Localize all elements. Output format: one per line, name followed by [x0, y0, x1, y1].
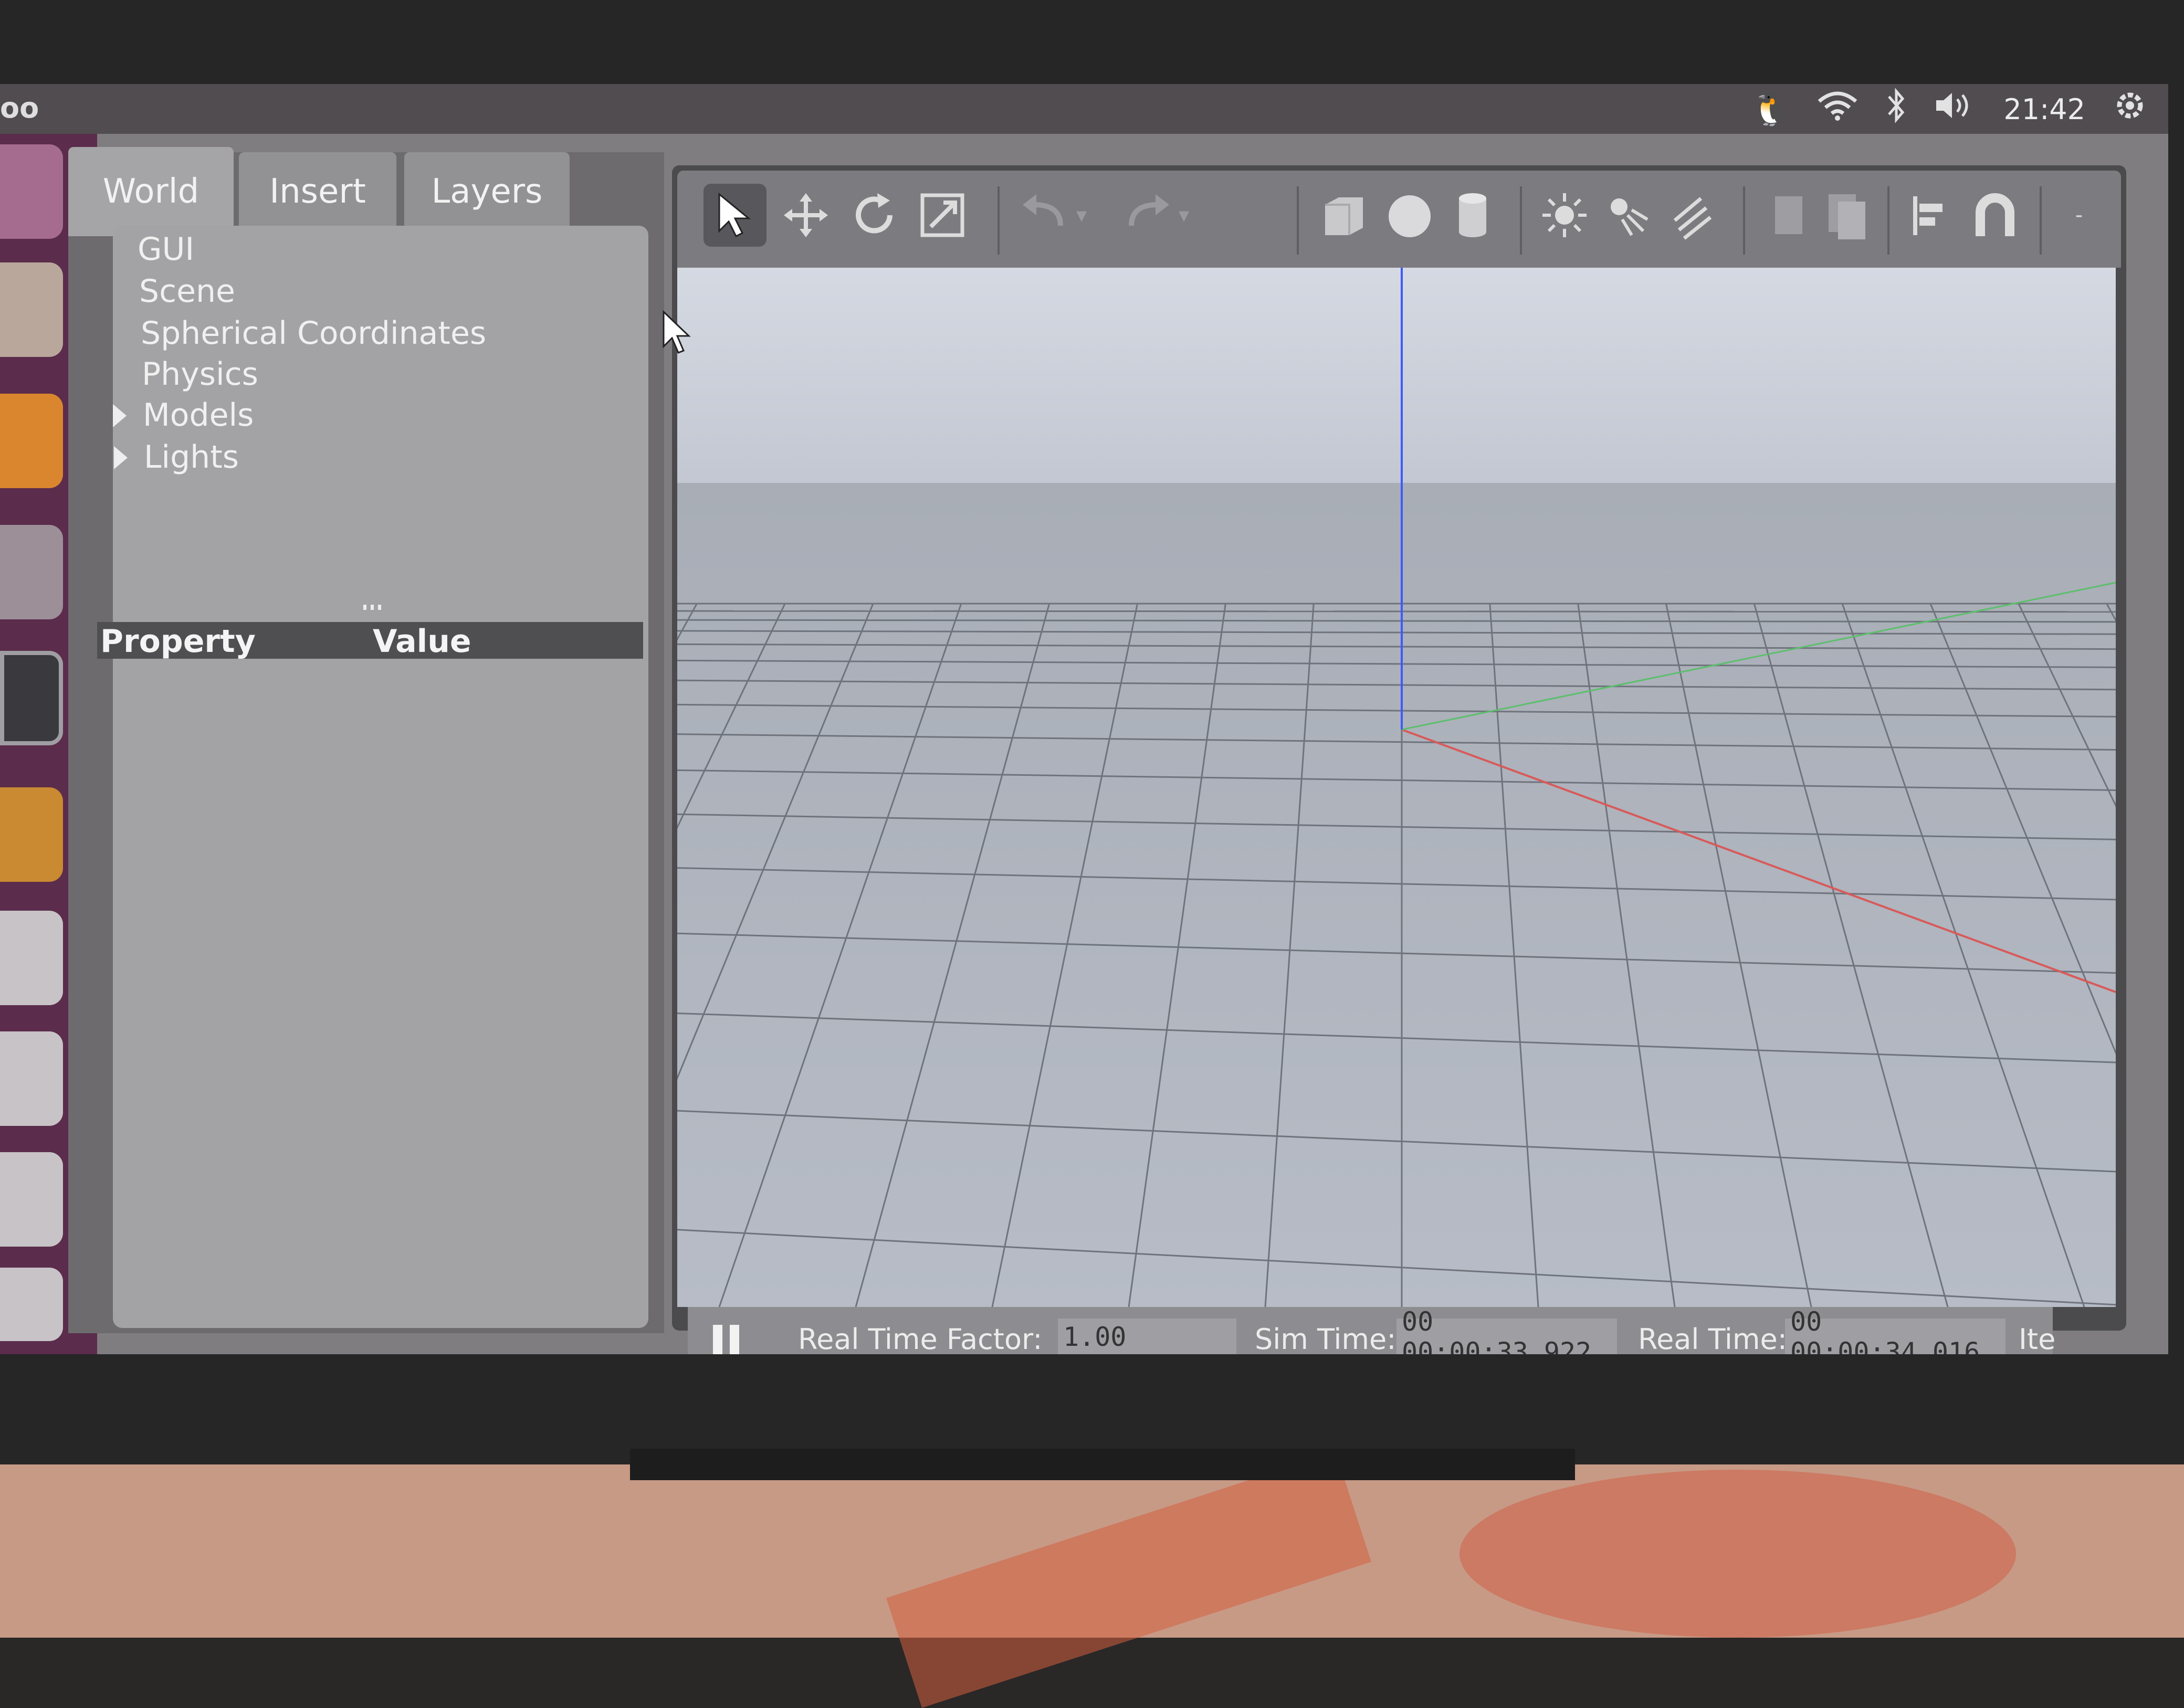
rotate-icon[interactable] — [843, 184, 906, 247]
real-time-label: Real Time: — [1638, 1323, 1787, 1354]
tab-layers[interactable]: Layers — [404, 152, 570, 231]
box-icon[interactable] — [1312, 184, 1376, 247]
toolbar-separator — [1887, 186, 1889, 255]
paste-icon[interactable] — [1814, 184, 1877, 247]
sim-time-label: Sim Time: — [1255, 1323, 1396, 1354]
screen: oo 🐧 21:42 World Insert Layers GUI Scene… — [0, 84, 2168, 1354]
point-light-icon[interactable] — [1533, 184, 1596, 247]
magnet-icon[interactable] — [1964, 184, 2026, 247]
mouse-cursor-icon — [663, 310, 691, 354]
select-icon[interactable] — [704, 184, 766, 247]
power-gear-icon[interactable] — [2113, 88, 2147, 131]
scale-icon[interactable] — [911, 184, 974, 247]
volume-icon[interactable] — [1934, 90, 1976, 129]
sphere-icon[interactable] — [1378, 184, 1441, 247]
bluetooth-icon[interactable] — [1886, 87, 1907, 132]
iterations-label: Ite — [2019, 1323, 2056, 1354]
expand-arrow-icon[interactable] — [114, 446, 128, 469]
tree-item-spherical-coordinates[interactable]: Spherical Coordinates — [141, 315, 486, 352]
scene-viewport[interactable] — [677, 268, 2116, 1307]
align-icon[interactable] — [1900, 184, 1964, 247]
gazebo-icon[interactable] — [0, 787, 63, 882]
translate-icon[interactable] — [774, 184, 837, 247]
status-bar: Real Time Factor: 1.00 Sim Time: 00 00:0… — [688, 1306, 2056, 1354]
firefox-icon[interactable] — [0, 394, 63, 488]
toolbar-separator — [1520, 186, 1522, 255]
real-time-value: 00 00:00:34.016 — [1785, 1306, 2006, 1354]
grid-line — [677, 610, 2116, 613]
expand-arrow-icon[interactable] — [113, 404, 127, 427]
files-icon[interactable] — [0, 262, 63, 357]
spot-light-icon[interactable] — [1596, 184, 1659, 247]
toolbar-separator — [998, 186, 1000, 255]
tab-insert[interactable]: Insert — [239, 152, 396, 231]
splitter-handle-icon[interactable] — [362, 604, 383, 611]
property-table-header: Property Value — [97, 622, 643, 660]
workspace-icon[interactable] — [0, 1268, 63, 1341]
drive-icon[interactable] — [0, 1152, 63, 1247]
real-time-factor-label: Real Time Factor: — [798, 1323, 1043, 1354]
cylinder-icon[interactable] — [1441, 184, 1504, 247]
settings-icon[interactable] — [0, 525, 63, 619]
copy-icon[interactable] — [1756, 184, 1819, 247]
tree-item-physics[interactable]: Physics — [142, 356, 258, 393]
app-title: oo — [0, 91, 39, 124]
tree-item-models[interactable]: Models — [143, 397, 254, 434]
dash-icon[interactable] — [0, 144, 63, 239]
tree-item-gui[interactable]: GUI — [138, 231, 194, 268]
directional-light-icon[interactable] — [1659, 184, 1722, 247]
undo-dropdown-icon[interactable]: ▾ — [1066, 184, 1097, 247]
desk-print — [1460, 1470, 2016, 1638]
toolbar-separator — [2040, 186, 2042, 255]
toolbar: ▾ ▾ - — [677, 171, 2121, 268]
sky — [677, 268, 2116, 488]
toolbar-separator — [1297, 186, 1299, 255]
property-column-header[interactable]: Property — [100, 623, 256, 660]
drive-icon[interactable] — [0, 911, 63, 1005]
tree-item-lights[interactable]: Lights — [144, 439, 239, 476]
value-column-header[interactable]: Value — [373, 623, 471, 660]
pause-icon[interactable] — [709, 1322, 746, 1354]
drive-icon[interactable] — [0, 1031, 63, 1126]
sim-time-value: 00 00:00:33.922 — [1396, 1306, 1617, 1354]
system-tray: 🐧 21:42 — [1750, 87, 2147, 131]
top-bar: oo 🐧 21:42 — [0, 84, 2168, 134]
toolbar-separator — [1743, 186, 1745, 255]
redo-dropdown-icon[interactable]: ▾ — [1168, 184, 1200, 247]
monitor-stand — [630, 1449, 1575, 1480]
tab-world[interactable]: World — [68, 147, 234, 236]
clock[interactable]: 21:42 — [2003, 93, 2085, 126]
real-time-factor-value: 1.00 — [1058, 1319, 1236, 1354]
wifi-icon[interactable] — [1816, 90, 1858, 129]
terminal-icon[interactable] — [0, 651, 63, 745]
tree-item-scene[interactable]: Scene — [139, 273, 235, 310]
tux-icon[interactable]: 🐧 — [1750, 91, 1790, 128]
toolbar-overflow-icon[interactable]: - — [2063, 184, 2095, 247]
